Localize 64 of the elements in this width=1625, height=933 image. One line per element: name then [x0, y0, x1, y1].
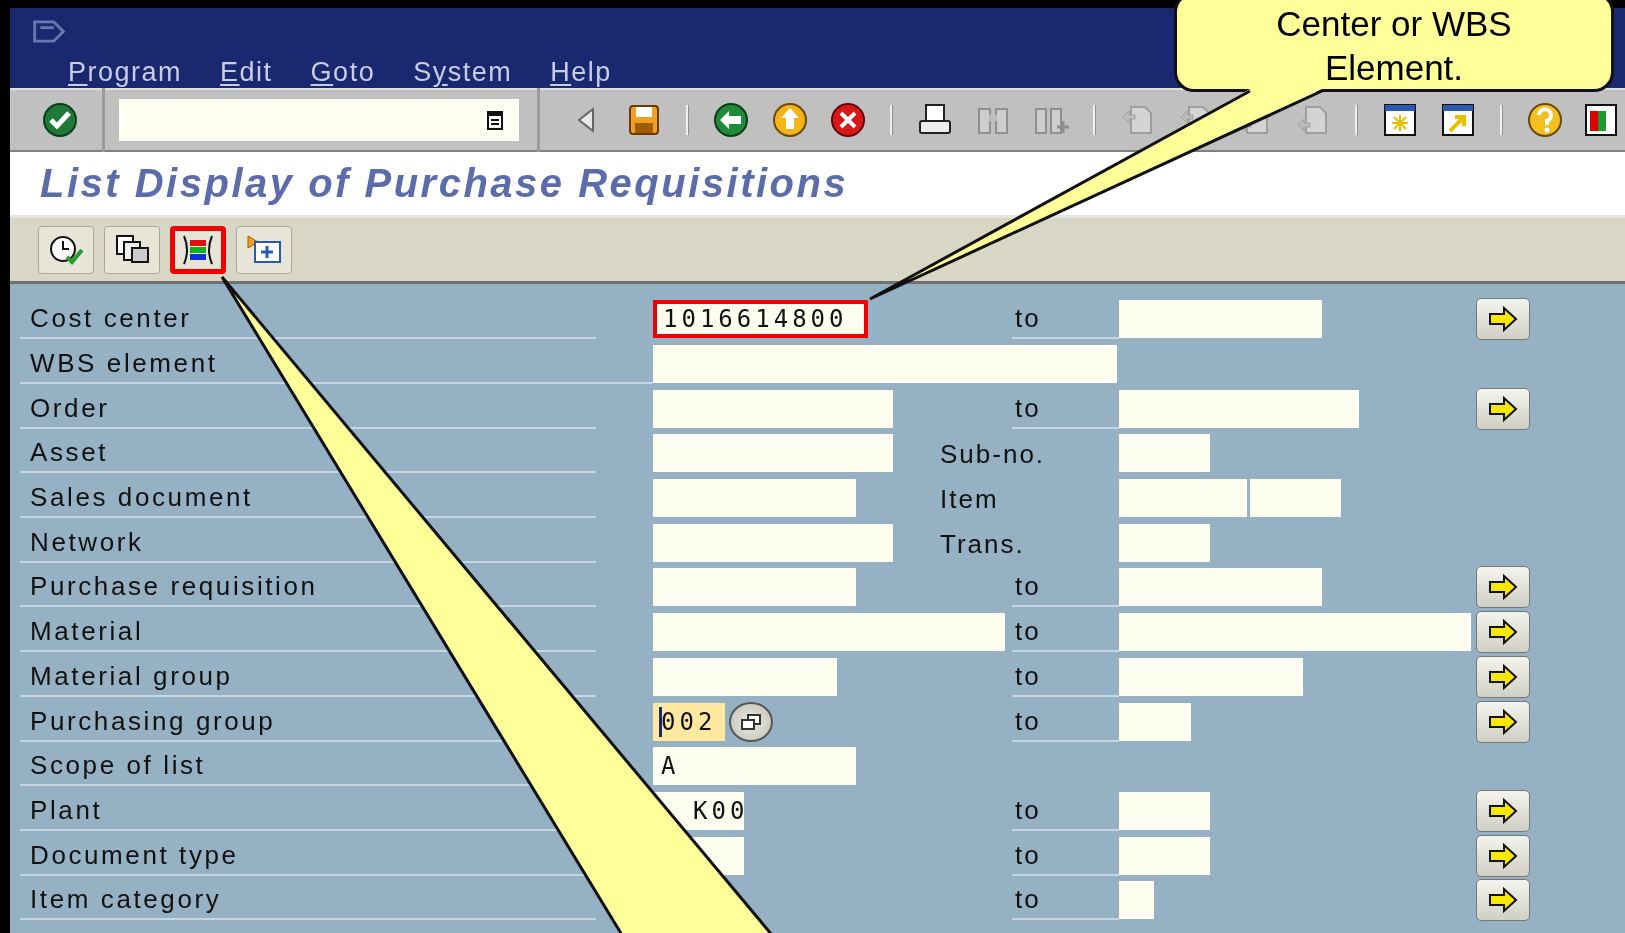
check-icon [41, 101, 80, 139]
input-field[interactable] [1119, 881, 1154, 920]
input-field[interactable] [653, 345, 1117, 384]
command-field[interactable] [119, 99, 520, 141]
input-field[interactable] [653, 434, 893, 473]
right-arrow-icon [1487, 662, 1519, 691]
menu-item[interactable]: Help [550, 57, 612, 88]
input-field[interactable] [653, 613, 1005, 652]
field-label: Sub-no. [940, 438, 1046, 472]
multiple-selection-button[interactable] [1476, 566, 1530, 609]
field-label: Item category [20, 880, 596, 921]
input-field[interactable] [1119, 836, 1210, 875]
right-arrow-icon [1487, 573, 1519, 602]
multiple-selection-button[interactable] [1476, 611, 1530, 654]
right-arrow-icon [1487, 305, 1519, 334]
input-field[interactable] [1119, 300, 1322, 339]
input-field[interactable]: 1016614800 [653, 300, 868, 339]
multiple-selection-button[interactable] [1476, 789, 1530, 832]
field-label: Item [940, 483, 999, 517]
help-icon [1525, 101, 1564, 139]
multiple-selection-button[interactable] [1476, 834, 1530, 877]
input-field[interactable]: 002 [653, 702, 725, 741]
toolbar-button[interactable] [38, 225, 94, 274]
right-arrow-icon [1487, 394, 1519, 423]
input-field[interactable] [1119, 613, 1471, 652]
cancel-icon [828, 101, 867, 139]
toolbar-button[interactable] [170, 225, 226, 274]
page-title: List Display of Purchase Requisitions [40, 161, 849, 206]
input-field[interactable] [653, 523, 893, 562]
right-arrow-icon [1487, 618, 1519, 647]
input-field[interactable] [1119, 568, 1322, 607]
input-field[interactable] [1119, 434, 1210, 473]
input-field[interactable]: A [653, 747, 856, 786]
input-field[interactable] [653, 479, 856, 518]
multiple-selection-button[interactable] [1476, 298, 1530, 341]
right-arrow-icon [1487, 841, 1519, 870]
right-arrow-icon [1487, 796, 1519, 825]
menu-item[interactable]: System [413, 57, 513, 88]
input-field[interactable] [653, 389, 893, 428]
toolbar-button[interactable] [236, 225, 292, 274]
window-menu-icon[interactable] [32, 20, 68, 43]
input-field[interactable] [1119, 657, 1303, 696]
menu-item[interactable]: Edit [220, 57, 273, 88]
input-field[interactable] [1119, 702, 1191, 741]
windows-icon [739, 712, 763, 731]
input-field[interactable] [1119, 389, 1359, 428]
multiple-selection-button[interactable] [1476, 879, 1530, 922]
input-field[interactable] [1119, 523, 1210, 562]
right-arrow-icon [1487, 707, 1519, 736]
menu-item[interactable]: Goto [310, 57, 376, 88]
input-field[interactable] [1119, 791, 1210, 830]
menu-item[interactable]: Program [68, 57, 183, 88]
multiple-selection-button[interactable] [1476, 387, 1530, 430]
input-field[interactable] [653, 657, 837, 696]
field-label: Trans. [940, 527, 1025, 561]
search-help-button[interactable] [729, 701, 773, 742]
input-field[interactable] [1119, 479, 1247, 518]
input-field[interactable] [653, 568, 856, 607]
right-arrow-icon [1487, 886, 1519, 915]
toolbar-button[interactable] [104, 225, 160, 274]
input-field[interactable] [1250, 479, 1341, 518]
callout: Center or WBS Element. [1174, 0, 1614, 92]
multiple-selection-button[interactable] [1476, 700, 1530, 743]
multiple-selection-button[interactable] [1476, 655, 1530, 698]
